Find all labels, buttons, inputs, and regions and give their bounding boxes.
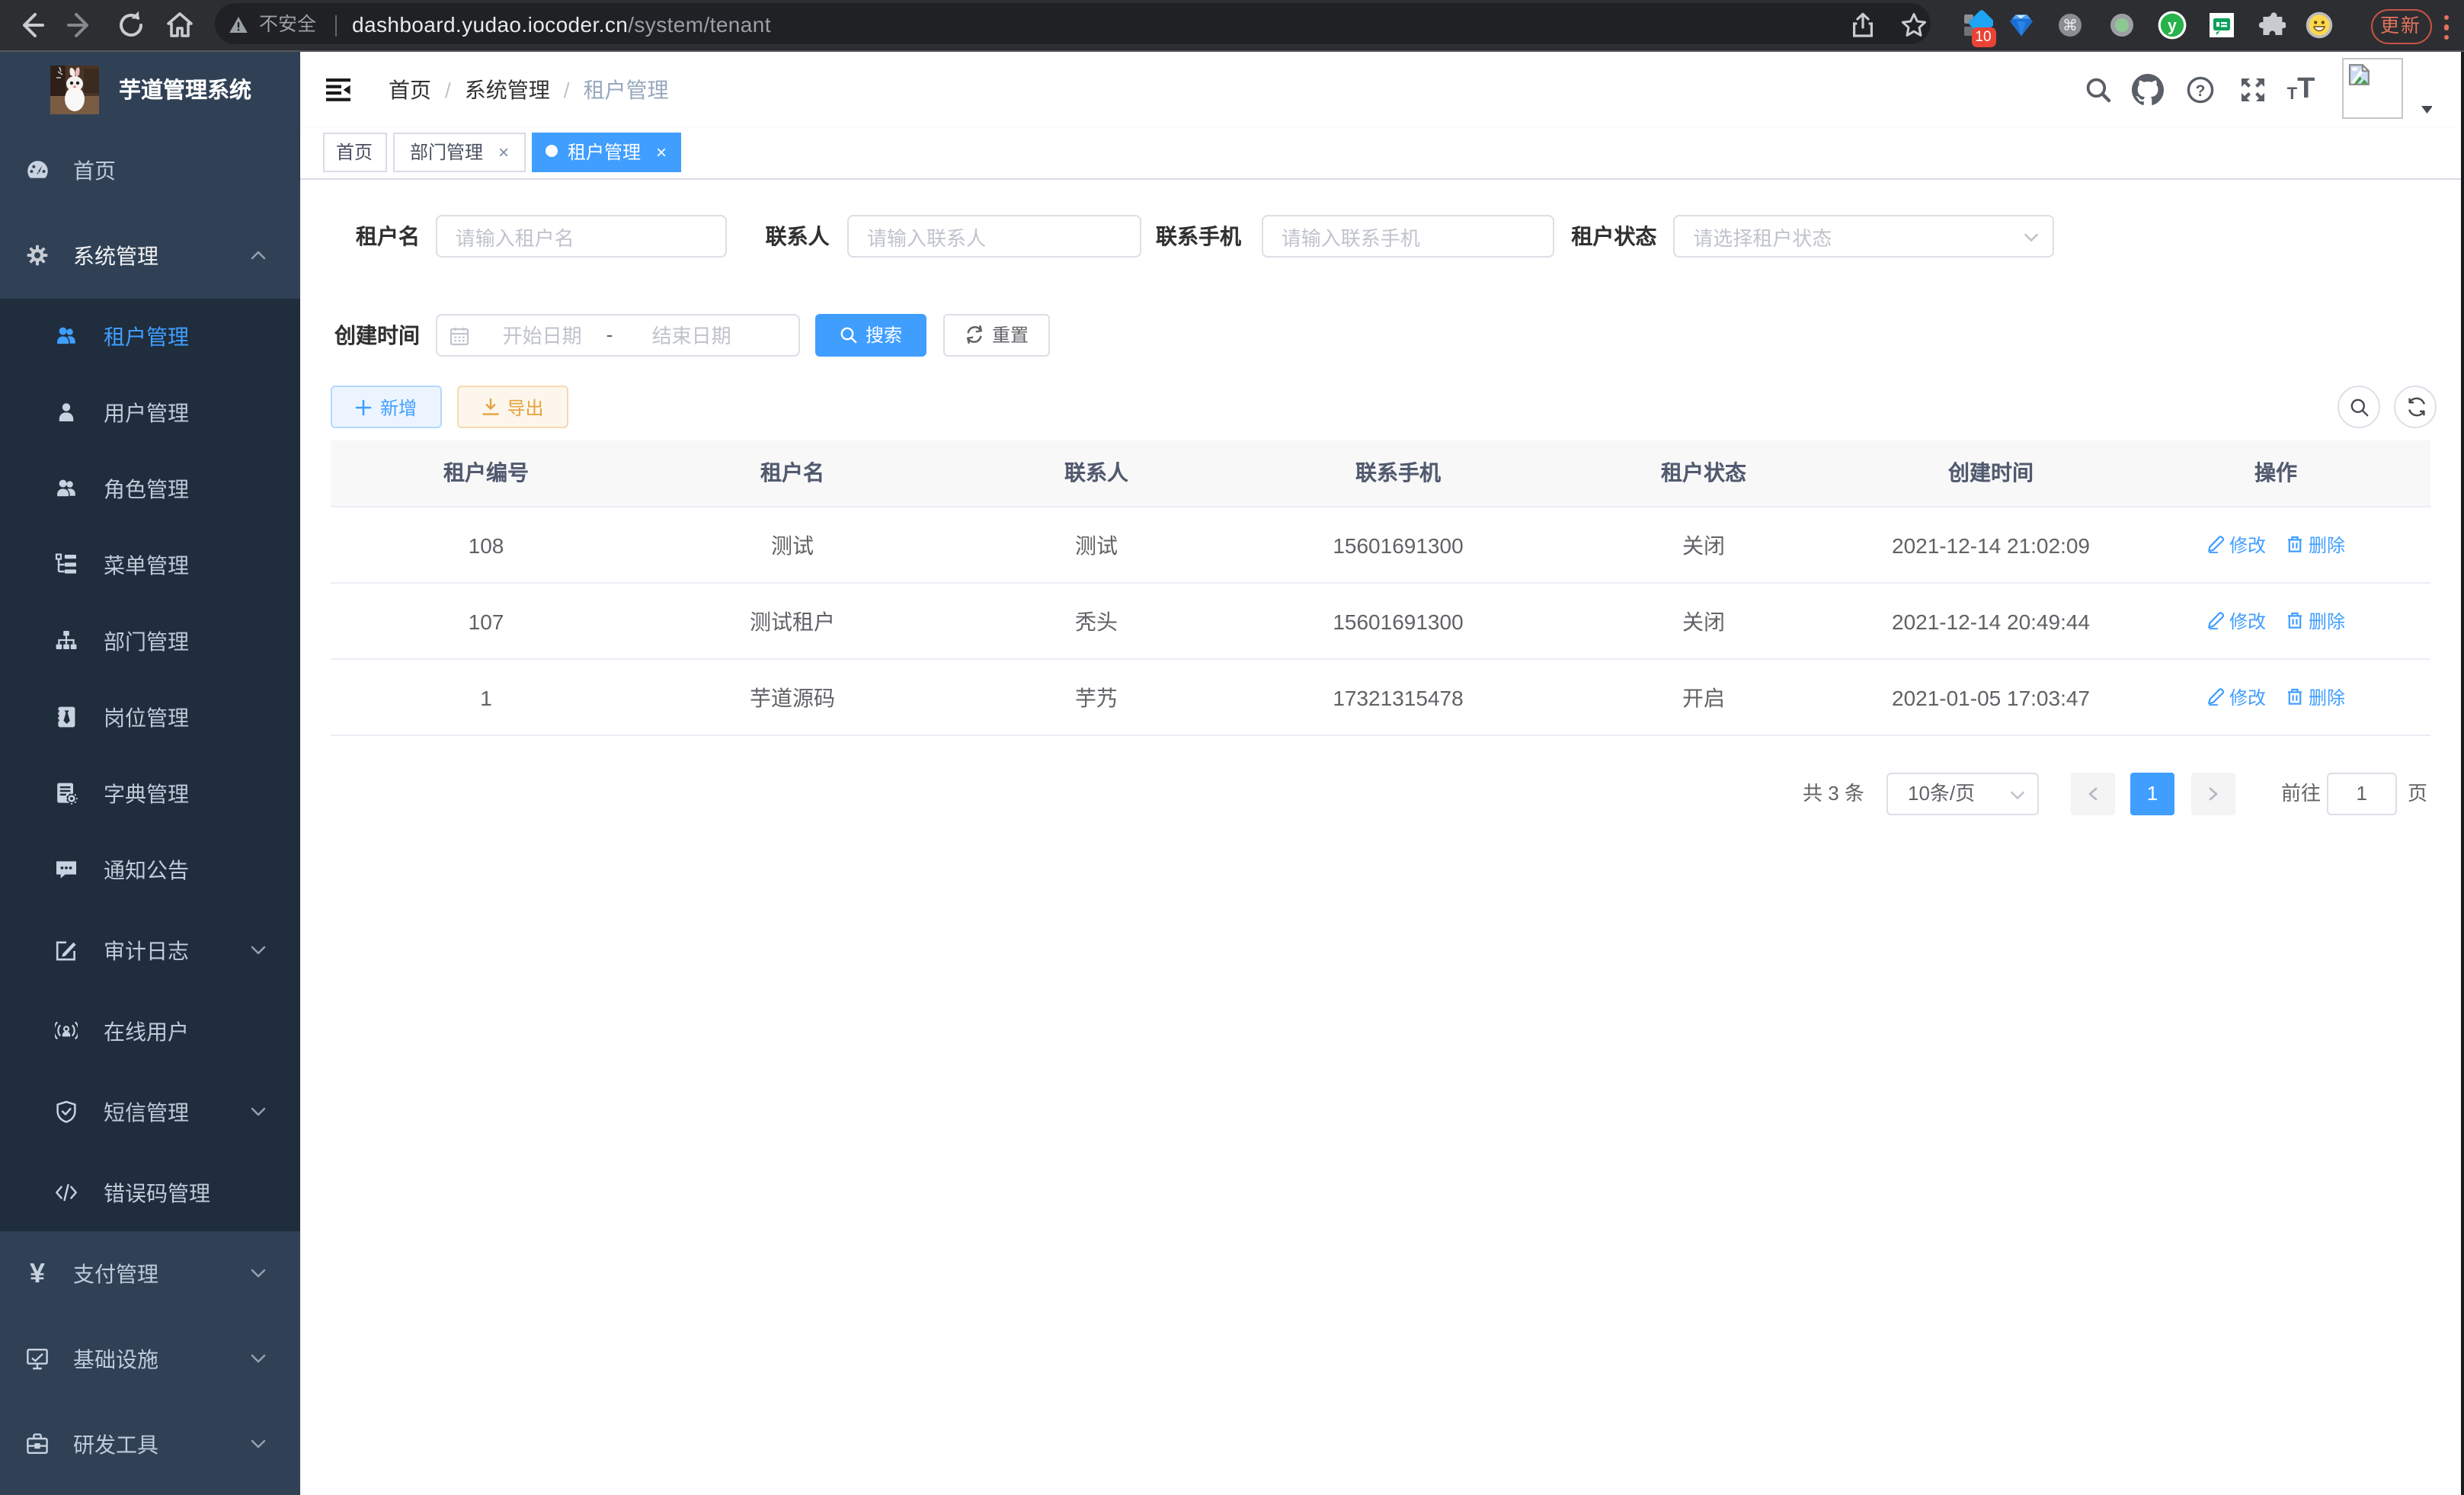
svg-text:?: ?	[2195, 82, 2205, 99]
svg-text:⌘: ⌘	[2062, 18, 2078, 34]
svg-text:y: y	[2168, 17, 2177, 34]
svg-text:¥: ¥	[30, 1257, 45, 1289]
